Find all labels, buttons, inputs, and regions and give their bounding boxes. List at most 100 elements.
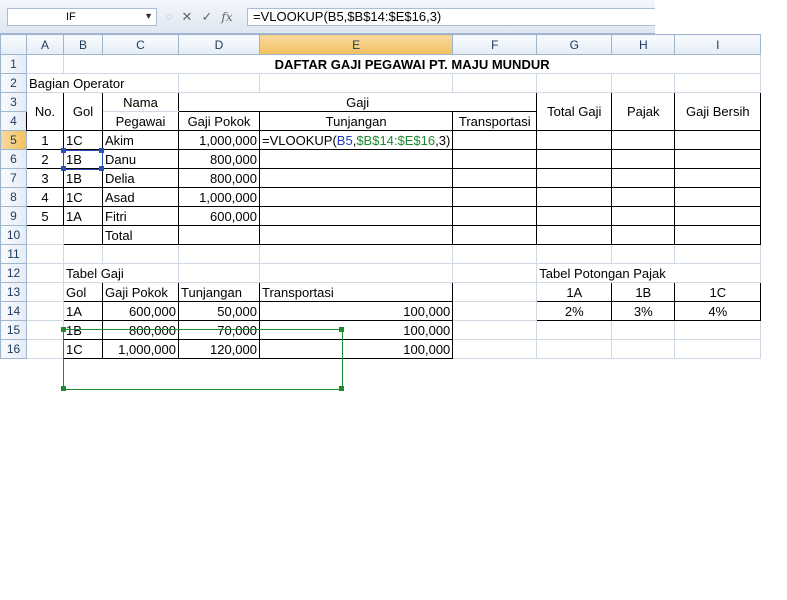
tabel-gaji-cell[interactable]: 1C bbox=[63, 339, 103, 359]
cell-e2[interactable] bbox=[258, 73, 454, 93]
cell-a10[interactable] bbox=[26, 225, 64, 245]
cell-i15[interactable] bbox=[674, 320, 762, 340]
cell-f7[interactable] bbox=[452, 168, 538, 188]
cell-b11[interactable] bbox=[63, 244, 103, 264]
cell-gaji-pokok[interactable]: 1,000,000 bbox=[178, 187, 260, 207]
tabel-gaji-cell[interactable]: 70,000 bbox=[178, 320, 260, 340]
cell-g5[interactable] bbox=[536, 130, 613, 150]
cell-gol[interactable]: 1B bbox=[63, 149, 103, 169]
cell-g7[interactable] bbox=[536, 168, 613, 188]
cancel-icon[interactable]: ✕ bbox=[178, 8, 196, 26]
cell-no[interactable]: 1 bbox=[26, 130, 64, 150]
cell-i10[interactable] bbox=[674, 225, 762, 245]
cell-g6[interactable] bbox=[536, 149, 613, 169]
cell-i7[interactable] bbox=[674, 168, 762, 188]
row-header-1[interactable]: 1 bbox=[0, 54, 27, 74]
cell-no[interactable]: 3 bbox=[26, 168, 64, 188]
enter-icon[interactable]: ✓ bbox=[198, 8, 216, 26]
cell-g2[interactable] bbox=[536, 73, 613, 93]
cell-h5[interactable] bbox=[611, 130, 676, 150]
row-header-4[interactable]: 4 bbox=[0, 111, 27, 131]
sheet-title[interactable]: DAFTAR GAJI PEGAWAI PT. MAJU MUNDUR bbox=[62, 54, 762, 74]
tabel-pajak-title[interactable]: Tabel Potongan Pajak bbox=[536, 263, 762, 283]
tabel-pajak-value[interactable]: 2% bbox=[536, 301, 613, 321]
header-tunjangan[interactable]: Tunjangan bbox=[258, 111, 454, 131]
column-header-f[interactable]: F bbox=[452, 34, 538, 55]
cell-gol[interactable]: 1C bbox=[63, 130, 103, 150]
cell-f10[interactable] bbox=[452, 225, 538, 245]
cell-a11[interactable] bbox=[26, 244, 64, 264]
cell-f11[interactable] bbox=[452, 244, 538, 264]
column-header-d[interactable]: D bbox=[178, 34, 260, 55]
cell-nama[interactable]: Delia bbox=[102, 168, 179, 188]
column-header-b[interactable]: B bbox=[63, 34, 103, 55]
insert-function-icon[interactable]: fx bbox=[218, 8, 236, 26]
cell-a15[interactable] bbox=[26, 320, 64, 340]
name-box[interactable]: IF ▼ bbox=[7, 8, 157, 26]
cell-i16[interactable] bbox=[674, 339, 762, 359]
header-gaji-pokok[interactable]: Gaji Pokok bbox=[178, 111, 260, 131]
cell-i11[interactable] bbox=[674, 244, 762, 264]
row-header-7[interactable]: 7 bbox=[0, 168, 27, 188]
cell-b10[interactable] bbox=[63, 225, 103, 245]
row-header-10[interactable]: 10 bbox=[0, 225, 27, 245]
row-header-9[interactable]: 9 bbox=[0, 206, 27, 226]
row-header-14[interactable]: 14 bbox=[0, 301, 27, 321]
tabel-gaji-header[interactable]: Tunjangan bbox=[178, 282, 260, 302]
cell-h15[interactable] bbox=[611, 320, 676, 340]
cell-h7[interactable] bbox=[611, 168, 676, 188]
cell-e10[interactable] bbox=[258, 225, 454, 245]
cell-i8[interactable] bbox=[674, 187, 762, 207]
cell-f9[interactable] bbox=[452, 206, 538, 226]
cell-gaji-pokok[interactable]: 800,000 bbox=[178, 149, 260, 169]
formula-input[interactable]: =VLOOKUP(B5,$B$14:$E$16,3) bbox=[247, 8, 655, 26]
tabel-gaji-cell[interactable]: 1B bbox=[63, 320, 103, 340]
cell-e8[interactable] bbox=[258, 187, 454, 207]
cell-h9[interactable] bbox=[611, 206, 676, 226]
select-all-corner[interactable] bbox=[0, 34, 27, 55]
cell-e6[interactable] bbox=[258, 149, 454, 169]
cell-h11[interactable] bbox=[611, 244, 676, 264]
tabel-gaji-cell[interactable]: 800,000 bbox=[102, 320, 179, 340]
cell-e12[interactable] bbox=[258, 263, 454, 283]
row-header-8[interactable]: 8 bbox=[0, 187, 27, 207]
row-header-2[interactable]: 2 bbox=[0, 73, 27, 93]
cell-f8[interactable] bbox=[452, 187, 538, 207]
cell-no[interactable]: 4 bbox=[26, 187, 64, 207]
cell-e7[interactable] bbox=[258, 168, 454, 188]
tabel-gaji-cell[interactable]: 1A bbox=[63, 301, 103, 321]
cell-c11[interactable] bbox=[102, 244, 179, 264]
tabel-pajak-header[interactable]: 1C bbox=[674, 282, 762, 302]
cell-nama[interactable]: Danu bbox=[102, 149, 179, 169]
row-header-15[interactable]: 15 bbox=[0, 320, 27, 340]
cell-no[interactable]: 2 bbox=[26, 149, 64, 169]
cell-i2[interactable] bbox=[674, 73, 762, 93]
cell-a14[interactable] bbox=[26, 301, 64, 321]
row-header-11[interactable]: 11 bbox=[0, 244, 27, 264]
tabel-gaji-cell[interactable]: 100,000 bbox=[258, 339, 454, 359]
cell-f16[interactable] bbox=[452, 339, 538, 359]
tabel-gaji-title[interactable]: Tabel Gaji bbox=[63, 263, 179, 283]
cell-h2[interactable] bbox=[611, 73, 676, 93]
cell-g11[interactable] bbox=[536, 244, 613, 264]
cell-i9[interactable] bbox=[674, 206, 762, 226]
column-header-c[interactable]: C bbox=[102, 34, 179, 55]
header-total-gaji[interactable]: Total Gaji bbox=[536, 92, 613, 131]
header-transportasi[interactable]: Transportasi bbox=[452, 111, 538, 131]
cell-nama[interactable]: Akim bbox=[102, 130, 179, 150]
cell-g10[interactable] bbox=[536, 225, 613, 245]
cell-f5[interactable] bbox=[452, 130, 538, 150]
cell-f12[interactable] bbox=[452, 263, 538, 283]
tabel-gaji-header[interactable]: Gol bbox=[63, 282, 103, 302]
cell-h6[interactable] bbox=[611, 149, 676, 169]
cell-gol[interactable]: 1A bbox=[63, 206, 103, 226]
header-no[interactable]: No. bbox=[26, 92, 64, 131]
header-gaji-bersih[interactable]: Gaji Bersih bbox=[674, 92, 762, 131]
cell-gol[interactable]: 1C bbox=[63, 187, 103, 207]
cell-a16[interactable] bbox=[26, 339, 64, 359]
cell-f13[interactable] bbox=[452, 282, 538, 302]
tabel-gaji-cell[interactable]: 100,000 bbox=[258, 301, 454, 321]
row-header-12[interactable]: 12 bbox=[0, 263, 27, 283]
row-header-6[interactable]: 6 bbox=[0, 149, 27, 169]
tabel-gaji-cell[interactable]: 1,000,000 bbox=[102, 339, 179, 359]
